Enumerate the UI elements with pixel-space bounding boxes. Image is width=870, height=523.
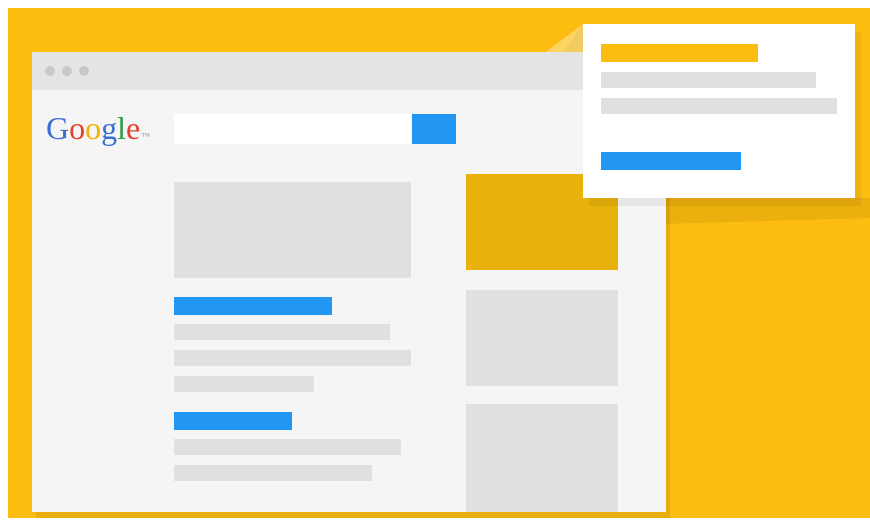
ad-headline-bar <box>601 44 758 62</box>
illustration-background: Google™ <box>8 8 870 518</box>
google-logo-letters: Google <box>46 110 140 146</box>
window-control-dot[interactable] <box>45 66 55 76</box>
ad-link-bar[interactable] <box>601 152 741 170</box>
result-image-placeholder <box>174 182 411 278</box>
result-text-line <box>174 376 314 392</box>
result-link[interactable] <box>174 412 292 430</box>
logo-letter: g <box>101 110 118 146</box>
search-input[interactable] <box>174 114 411 144</box>
logo-letter: l <box>117 110 126 146</box>
result-text-line <box>174 350 411 366</box>
ad-zoom-popup <box>583 24 855 198</box>
result-text-line <box>174 439 401 455</box>
google-logo: Google™ <box>46 110 150 146</box>
logo-letter: o <box>85 110 102 146</box>
result-link[interactable] <box>174 297 332 315</box>
window-control-dot[interactable] <box>62 66 72 76</box>
ad-text-line <box>601 98 837 114</box>
browser-titlebar <box>32 52 666 90</box>
search-button[interactable] <box>412 114 456 144</box>
logo-letter: G <box>46 110 70 146</box>
window-control-dot[interactable] <box>79 66 89 76</box>
ad-placeholder <box>466 404 618 512</box>
logo-letter: e <box>126 110 141 146</box>
logo-letter: o <box>69 110 86 146</box>
result-text-line <box>174 465 372 481</box>
ad-text-line <box>601 72 816 88</box>
ad-placeholder <box>466 290 618 386</box>
browser-window: Google™ <box>32 52 666 512</box>
result-text-line <box>174 324 390 340</box>
trademark-mark: ™ <box>141 131 151 141</box>
